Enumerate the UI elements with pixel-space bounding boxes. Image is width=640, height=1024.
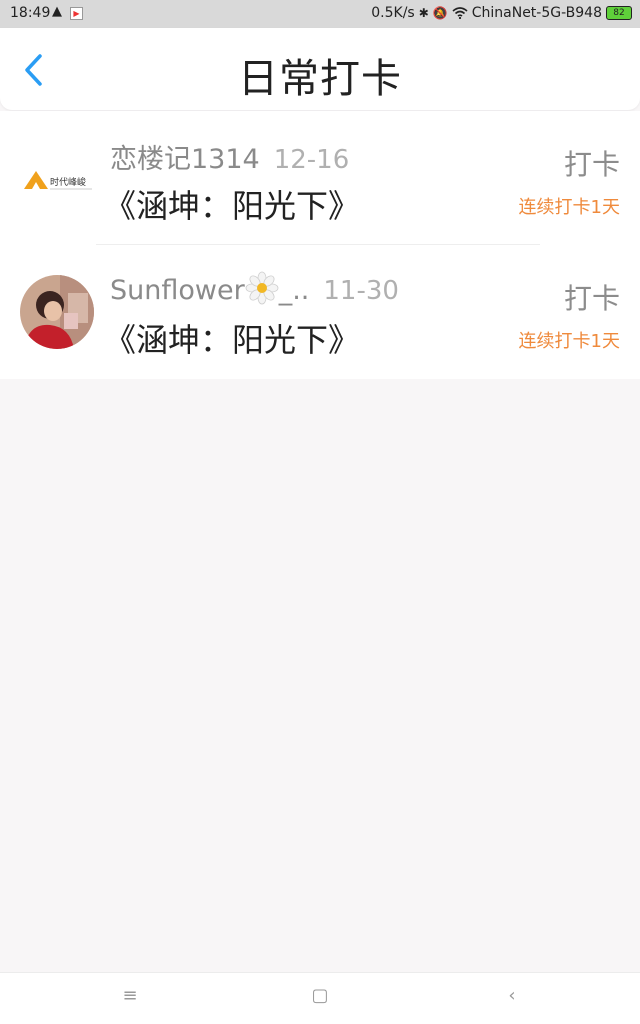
navigation-bar: ≡ ▢ ‹ [0, 972, 640, 1024]
avatar[interactable]: 时代峰峻 [20, 141, 94, 215]
list-item[interactable]: Sunflower _.. 11-30 《涵坤：阳光下》 打卡 连续打卡1天 [0, 245, 640, 379]
wifi-icon [452, 7, 468, 19]
status-bar: 18:49 ▲ ▶ 0.5K/s ✱ 🔕 ChinaNet-5G-B948 82 [0, 0, 640, 28]
company-logo-icon: 时代峰峻 [20, 141, 94, 215]
home-button[interactable]: ▢ [300, 985, 340, 1013]
checkin-button[interactable]: 打卡 [519, 143, 620, 183]
post-date: 11-30 [323, 276, 399, 306]
avatar[interactable] [20, 275, 94, 349]
user-line: Sunflower _.. 11-30 [110, 271, 399, 306]
checkin-list: 时代峰峻 恋楼记1314 12-16 《涵坤：阳光下》 打卡 连续打卡1天 Su… [0, 111, 640, 379]
user-line: 恋楼记1314 12-16 [110, 137, 349, 176]
streak-label: 连续打卡1天 [518, 197, 620, 218]
flower-icon [245, 271, 279, 305]
battery-icon: 82 [606, 6, 632, 20]
user-photo-icon [20, 275, 94, 349]
mute-icon: 🔕 [432, 6, 448, 20]
topic-title[interactable]: 《涵坤：阳光下》 [104, 315, 360, 361]
nav-back-button[interactable]: ‹ [492, 985, 532, 1013]
checkin-button[interactable]: 打卡 [519, 277, 620, 317]
username-suffix: _.. [278, 275, 310, 306]
back-icon: ‹ [508, 985, 516, 1006]
topic-title[interactable]: 《涵坤：阳光下》 [104, 181, 360, 227]
page-title: 日常打卡 [238, 56, 402, 102]
avatar-logo-text: 时代峰峻 [50, 176, 86, 188]
wifi-name: ChinaNet-5G-B948 [471, 5, 602, 21]
header: 日常打卡 [0, 28, 640, 110]
app-notification-icon: ▶ [70, 7, 83, 20]
streak-label: 连续打卡1天 [518, 331, 620, 352]
username[interactable]: 恋楼记1314 [110, 144, 260, 175]
action-column: 打卡 连续打卡1天 [519, 277, 620, 353]
screen: 18:49 ▲ ▶ 0.5K/s ✱ 🔕 ChinaNet-5G-B948 82… [0, 0, 640, 1024]
menu-icon: ≡ [122, 985, 138, 1006]
status-right-group: 0.5K/s ✱ 🔕 ChinaNet-5G-B948 82 [371, 5, 632, 21]
action-column: 打卡 连续打卡1天 [519, 143, 620, 219]
network-speed: 0.5K/s [371, 5, 415, 21]
list-item[interactable]: 时代峰峻 恋楼记1314 12-16 《涵坤：阳光下》 打卡 连续打卡1天 [0, 111, 640, 245]
home-icon: ▢ [311, 985, 329, 1006]
username[interactable]: Sunflower [110, 275, 245, 306]
menu-button[interactable]: ≡ [110, 985, 150, 1013]
post-date: 12-16 [273, 145, 350, 175]
bluetooth-icon: ✱ [418, 6, 429, 20]
warning-icon: ▲ [52, 4, 62, 19]
status-time: 18:49 [10, 5, 51, 21]
